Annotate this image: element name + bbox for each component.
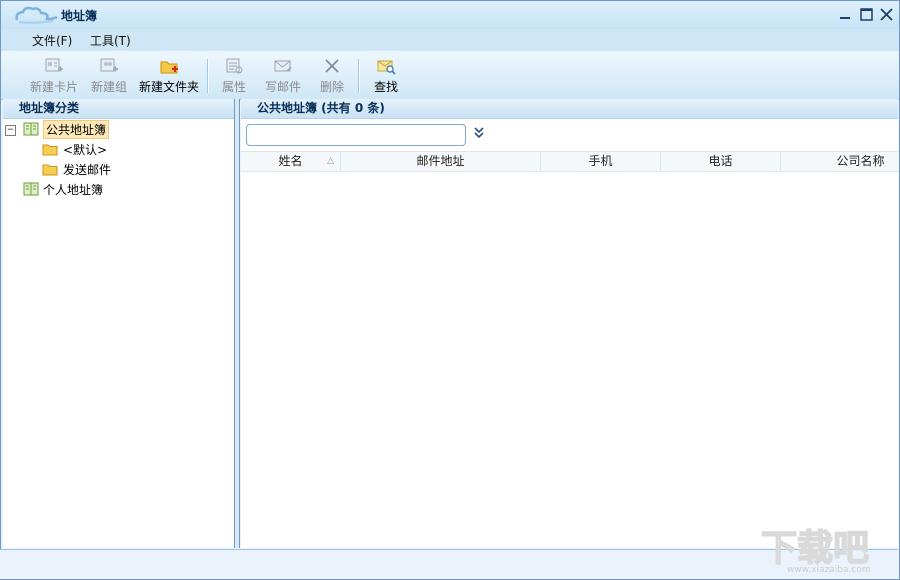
folder-icon: [42, 164, 58, 176]
search-input[interactable]: [246, 124, 466, 146]
expand-search-icon: [474, 127, 484, 139]
menu-tools[interactable]: 工具(T): [90, 32, 131, 49]
write-mail-label: 写邮件: [264, 80, 301, 94]
title-bar: 地址簿: [1, 1, 899, 29]
minimize-icon: [840, 17, 850, 19]
find-label: 查找: [373, 80, 398, 94]
new-card-label: 新建卡片: [29, 80, 78, 94]
watermark-text: 下载吧: [761, 528, 869, 569]
new-group-icon: [100, 58, 118, 72]
watermark-logo: 下载吧 www.xiazaiba.com: [760, 527, 871, 574]
contacts-pane: 公共地址簿 (共有 0 条) 姓名 △ 邮件地址 手机 电话 公司名称: [241, 99, 898, 548]
new-group-button[interactable]: 新建组: [89, 53, 129, 97]
tree-label-sent: 发送邮件: [63, 162, 112, 177]
address-book-icon: [23, 122, 39, 136]
tree-collapse-toggle[interactable]: −: [5, 125, 16, 136]
column-label: 公司名称: [836, 154, 885, 168]
delete-button[interactable]: 删除: [317, 53, 347, 97]
column-label: 姓名: [278, 154, 303, 168]
menu-bar: 文件(F) 工具(T): [1, 29, 899, 51]
cloud-logo-icon: [15, 6, 58, 24]
tree-item-sent[interactable]: 发送邮件: [42, 159, 111, 179]
folder-icon: [42, 144, 58, 156]
toolbar: 新建卡片 新建组 新建文件夹 属性 写邮件 删除 查找: [1, 51, 899, 100]
column-header-mobile[interactable]: 手机: [541, 152, 661, 171]
column-header-company[interactable]: 公司名称: [781, 152, 898, 171]
watermark-url: www.xiazaiba.com: [787, 565, 871, 574]
tree-item-default[interactable]: <默认>: [42, 139, 107, 159]
pane-splitter[interactable]: [234, 99, 240, 548]
properties-button[interactable]: 属性: [219, 53, 249, 97]
column-label: 手机: [588, 154, 613, 168]
properties-label: 属性: [221, 80, 246, 94]
delete-x-icon: [325, 59, 339, 73]
find-icon: [377, 60, 396, 75]
maximize-button[interactable]: [856, 4, 876, 24]
minimize-button[interactable]: [835, 4, 855, 24]
properties-icon: [226, 58, 243, 74]
menu-file[interactable]: 文件(F): [32, 32, 72, 49]
envelope-icon: [274, 60, 292, 72]
new-folder-label: 新建文件夹: [138, 80, 199, 94]
delete-label: 删除: [319, 80, 344, 94]
tree-label-default: <默认>: [63, 142, 108, 157]
category-pane: 地址簿分类 公共地址簿 <默认> 发送邮件 个人地址簿: [3, 99, 234, 548]
new-group-label: 新建组: [90, 80, 127, 94]
contacts-table-header: 姓名 △ 邮件地址 手机 电话 公司名称: [241, 151, 898, 172]
tree-label-personal: 个人地址簿: [43, 182, 104, 197]
toolbar-separator: [207, 59, 209, 93]
column-label: 邮件地址: [416, 154, 465, 168]
contacts-pane-header: 公共地址簿 (共有 0 条): [241, 99, 898, 119]
tree-item-personal[interactable]: 个人地址簿: [23, 179, 103, 199]
new-card-button[interactable]: 新建卡片: [29, 53, 79, 97]
toolbar-separator: [358, 59, 360, 93]
new-folder-icon: [160, 61, 178, 74]
column-header-name[interactable]: 姓名 △: [241, 152, 341, 171]
category-pane-header: 地址簿分类: [3, 99, 234, 119]
write-mail-button[interactable]: 写邮件: [263, 53, 303, 97]
close-icon: [879, 7, 893, 21]
column-header-email[interactable]: 邮件地址: [341, 152, 541, 171]
find-button[interactable]: 查找: [371, 53, 401, 97]
tree-label-public: 公共地址簿: [43, 119, 110, 139]
column-label: 电话: [708, 154, 733, 168]
new-folder-button[interactable]: 新建文件夹: [138, 53, 200, 97]
window-title: 地址簿: [61, 9, 98, 23]
maximize-icon: [859, 7, 873, 21]
sort-ascending-icon: △: [327, 156, 334, 166]
chevron-double-down-icon[interactable]: [474, 127, 484, 142]
tree-item-public[interactable]: 公共地址簿: [23, 119, 110, 139]
address-book-icon: [23, 182, 39, 196]
close-button[interactable]: [876, 4, 896, 24]
column-header-phone[interactable]: 电话: [661, 152, 781, 171]
new-card-icon: [45, 58, 63, 72]
